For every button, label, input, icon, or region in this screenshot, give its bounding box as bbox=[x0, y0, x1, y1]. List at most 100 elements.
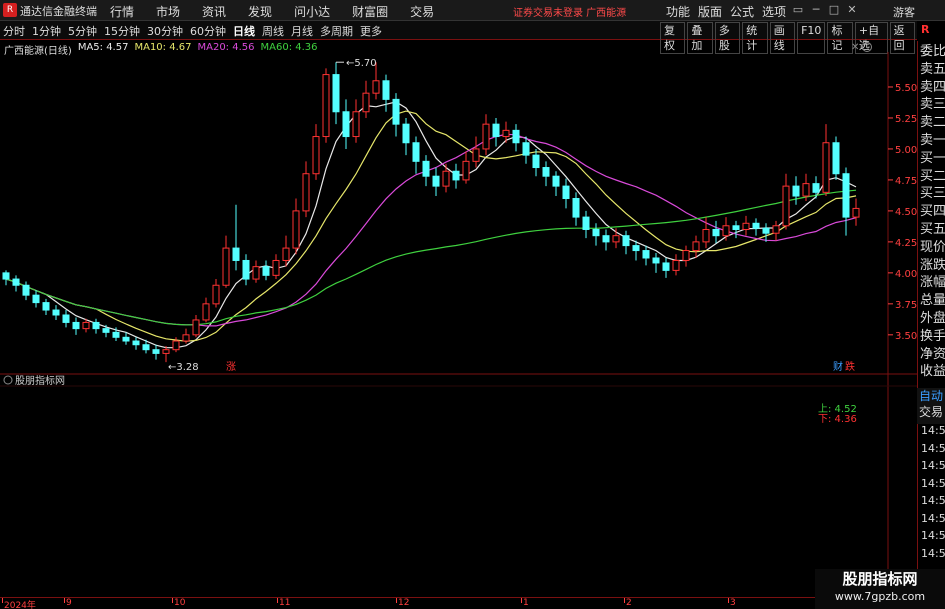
chart-grid bbox=[0, 52, 917, 597]
quote-label[interactable]: 涨幅 bbox=[920, 274, 945, 291]
period-more[interactable]: 更多 bbox=[360, 23, 382, 39]
menu-market[interactable]: 市场 bbox=[156, 3, 180, 20]
close-icon[interactable]: ✕ bbox=[843, 3, 861, 16]
period-daily[interactable]: 日线 bbox=[233, 23, 255, 39]
period-60min[interactable]: 60分钟 bbox=[190, 23, 226, 39]
candle-up bbox=[372, 80, 380, 94]
price-tick-label: 5.00 bbox=[895, 145, 917, 156]
candle-down bbox=[382, 80, 390, 100]
candle-down bbox=[762, 227, 770, 234]
restore-icon[interactable]: ▭ bbox=[789, 3, 807, 16]
quote-label[interactable]: 买三 bbox=[920, 185, 945, 202]
menu-functions[interactable]: 功能 bbox=[666, 3, 690, 20]
candle-down bbox=[62, 314, 70, 323]
maximize-icon[interactable]: □ bbox=[825, 3, 843, 16]
period-toolbar: 分时 1分钟 5分钟 15分钟 30分钟 60分钟 日线 周线 月线 多周期 更… bbox=[0, 21, 917, 54]
candle-down bbox=[92, 321, 100, 330]
menu-trade[interactable]: 交易 bbox=[410, 3, 434, 20]
minimize-icon[interactable]: ─ bbox=[807, 3, 825, 16]
price-tick-label: 4.50 bbox=[895, 207, 917, 218]
tick-time: 14:56 bbox=[921, 529, 945, 542]
candle-down bbox=[112, 331, 120, 338]
quote-label[interactable]: 净资 bbox=[920, 346, 945, 363]
tool-f10[interactable]: F10 bbox=[797, 22, 826, 54]
date-label: 11 bbox=[279, 598, 291, 608]
tick-time: 14:56 bbox=[921, 441, 945, 455]
period-30min[interactable]: 30分钟 bbox=[147, 23, 183, 39]
main-menu: 行情 市场 资讯 发现 问小达 财富圈 交易 bbox=[110, 3, 456, 20]
tool-adjust[interactable]: 复权 bbox=[660, 22, 686, 54]
tool-mark[interactable]: 标记 bbox=[827, 22, 853, 54]
period-1min[interactable]: 1分钟 bbox=[32, 23, 61, 39]
date-tick bbox=[624, 598, 625, 603]
period-weekly[interactable]: 周线 bbox=[262, 23, 284, 39]
quote-label[interactable]: 涨跌 bbox=[920, 257, 945, 274]
candle-up bbox=[352, 111, 360, 138]
menu-formula[interactable]: 公式 bbox=[730, 3, 754, 20]
menu-quotes[interactable]: 行情 bbox=[110, 3, 134, 20]
quote-label[interactable]: 卖四 bbox=[920, 79, 945, 96]
quote-label[interactable]: 委比 bbox=[920, 43, 945, 60]
quote-label[interactable]: 买一 bbox=[920, 150, 945, 167]
login-status[interactable]: 证券交易未登录 广西能源 bbox=[513, 4, 626, 19]
period-monthly[interactable]: 月线 bbox=[291, 23, 313, 39]
period-multi[interactable]: 多周期 bbox=[320, 23, 353, 39]
candle-down bbox=[712, 228, 720, 237]
tool-overlay[interactable]: 叠加 bbox=[687, 22, 713, 54]
quote-label[interactable]: 卖一 bbox=[920, 132, 945, 149]
quote-label[interactable]: 收益 bbox=[920, 363, 945, 380]
date-tick bbox=[277, 598, 278, 603]
trade-label[interactable]: 交易 bbox=[917, 404, 945, 420]
system-menu: 功能 版面 公式 选项 bbox=[666, 3, 794, 20]
date-tick bbox=[521, 598, 522, 603]
price-tick-label: 3.75 bbox=[895, 300, 917, 311]
kline-chart[interactable]: 5.50 5.25 5.00 4.75 4.50 4.25 4.00 3.75 3.50 ←5.… bbox=[0, 52, 917, 597]
auto-trade-panel[interactable]: 自动 交易 bbox=[917, 388, 945, 424]
quote-label[interactable]: 外盘 bbox=[920, 310, 945, 327]
r-badge: R bbox=[921, 23, 930, 36]
candle-down bbox=[552, 175, 560, 187]
candle-up bbox=[272, 259, 280, 276]
candle-up bbox=[772, 225, 780, 234]
watermark-logo: 股朋指标网 www.7gpzb.com bbox=[815, 569, 945, 609]
candle-up bbox=[192, 319, 200, 336]
tool-back[interactable]: 返回 bbox=[889, 22, 915, 54]
menu-options[interactable]: 选项 bbox=[762, 3, 786, 20]
candle-down bbox=[582, 216, 590, 230]
guest-login[interactable]: 游客 bbox=[893, 4, 915, 20]
menu-discover[interactable]: 发现 bbox=[248, 3, 272, 20]
date-tick bbox=[172, 598, 173, 603]
indicator-title: 股朋指标网 bbox=[15, 374, 65, 387]
candle-down bbox=[532, 154, 540, 169]
quote-label[interactable]: 买二 bbox=[920, 168, 945, 185]
window-controls: ▭ ─ □ ✕ bbox=[789, 3, 861, 16]
candle-down bbox=[332, 74, 340, 113]
quote-label[interactable]: 卖五 bbox=[920, 61, 945, 78]
period-15min[interactable]: 15分钟 bbox=[104, 23, 140, 39]
quote-label[interactable]: 卖三 bbox=[920, 96, 945, 113]
menu-news[interactable]: 资讯 bbox=[202, 3, 226, 20]
moving-average-lines bbox=[5, 101, 857, 349]
menu-ask-xiaoda[interactable]: 问小达 bbox=[294, 3, 330, 20]
period-intraday[interactable]: 分时 bbox=[3, 23, 25, 39]
menu-layout[interactable]: 版面 bbox=[698, 3, 722, 20]
quote-label[interactable]: 总量 bbox=[920, 292, 945, 309]
candle-down bbox=[572, 198, 580, 218]
quote-label[interactable]: 换手 bbox=[920, 328, 945, 345]
quote-label[interactable]: 现价 bbox=[920, 239, 945, 256]
period-5min[interactable]: 5分钟 bbox=[68, 23, 97, 39]
legend-settings-icon[interactable] bbox=[862, 42, 872, 52]
menu-wealth-circle[interactable]: 财富圈 bbox=[352, 3, 388, 20]
tool-statistics[interactable]: 统计 bbox=[742, 22, 768, 54]
quote-label[interactable]: 买四 bbox=[920, 203, 945, 220]
app-logo-icon: R bbox=[3, 3, 17, 17]
tick-time: 14:56 bbox=[921, 546, 945, 560]
quote-label[interactable]: 买五 bbox=[920, 221, 945, 238]
auto-trade-label[interactable]: 自动 bbox=[917, 388, 945, 404]
tool-multi-stock[interactable]: 多股 bbox=[714, 22, 741, 54]
tick-time: 14:56 bbox=[921, 424, 945, 437]
tool-draw-line[interactable]: 画线 bbox=[769, 22, 796, 54]
date-label: 12 bbox=[398, 598, 410, 608]
quote-label[interactable]: 卖二 bbox=[920, 114, 945, 131]
candle-down bbox=[262, 266, 270, 276]
